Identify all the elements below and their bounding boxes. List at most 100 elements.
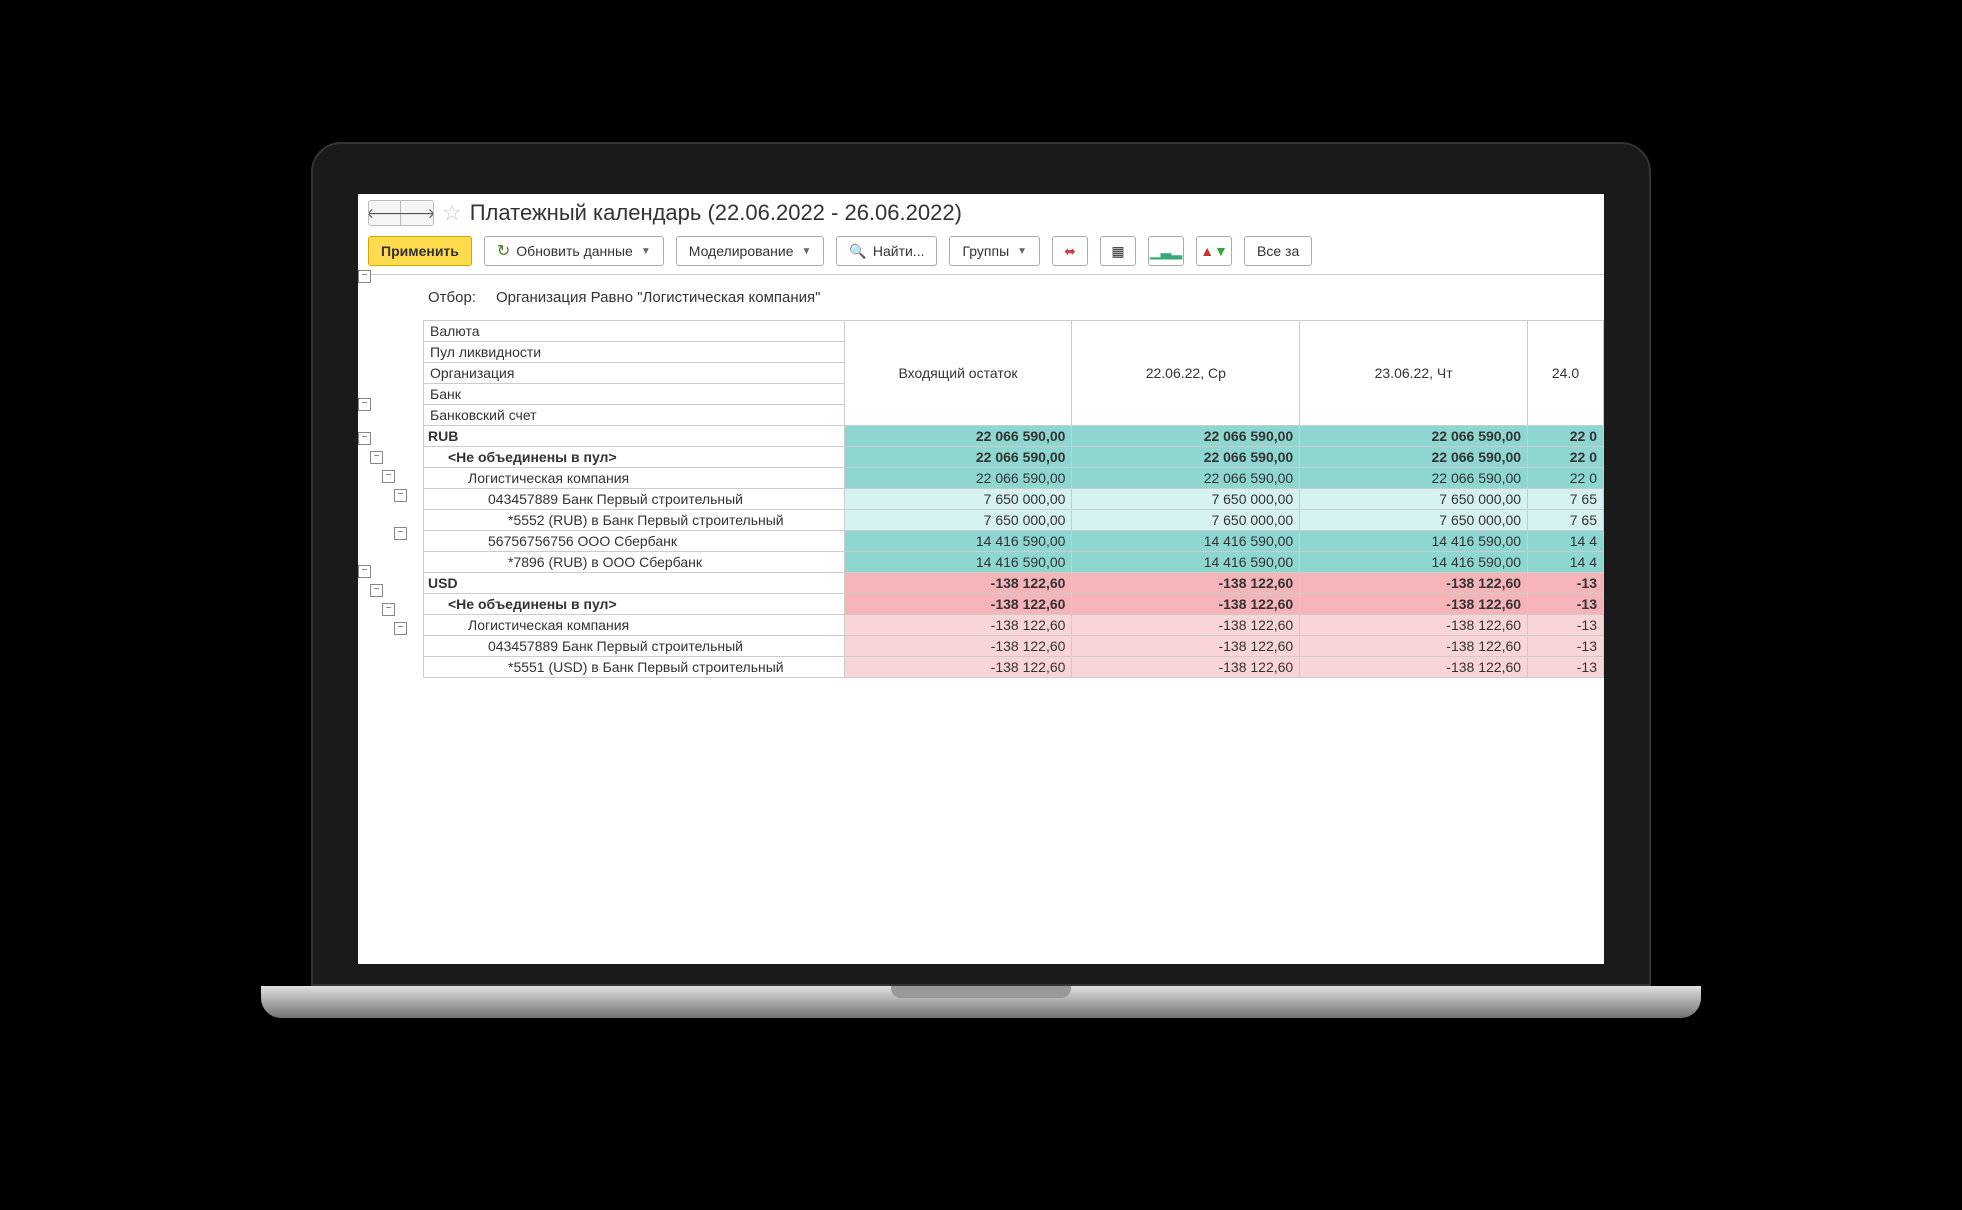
tree-toggle[interactable]: − <box>394 527 407 540</box>
col-header[interactable]: Входящий остаток <box>844 321 1072 426</box>
col-header[interactable]: 22.06.22, Ср <box>1072 321 1300 426</box>
cell-value: 22 066 590,00 <box>1300 426 1528 447</box>
table-row[interactable]: 56756756756 ООО Сбербанк14 416 590,0014 … <box>424 531 1604 552</box>
cell-value: 7 650 000,00 <box>844 510 1072 531</box>
cell-value: -138 122,60 <box>1072 615 1300 636</box>
tree-toggle[interactable]: − <box>394 489 407 502</box>
laptop-frame: 🡐 🡒 ☆ Платежный календарь (22.06.2022 - … <box>311 142 1651 1068</box>
hdr-currency: Валюта <box>424 321 845 342</box>
col-header[interactable]: 23.06.22, Чт <box>1300 321 1528 426</box>
filter-label: Отбор: <box>428 289 476 306</box>
cell-value: 22 0 <box>1528 426 1604 447</box>
cell-value: 14 416 590,00 <box>1072 552 1300 573</box>
tree-toggle[interactable]: − <box>382 603 395 616</box>
table-row[interactable]: 043457889 Банк Первый строительный-138 1… <box>424 636 1604 657</box>
chevron-down-icon: ▼ <box>802 246 812 257</box>
cell-value: 22 066 590,00 <box>1300 468 1528 489</box>
row-label: *5552 (RUB) в Банк Первый строительный <box>424 510 845 531</box>
screen-bezel: 🡐 🡒 ☆ Платежный календарь (22.06.2022 - … <box>311 142 1651 986</box>
all-button[interactable]: Все за <box>1244 236 1312 266</box>
row-label: 043457889 Банк Первый строительный <box>424 489 845 510</box>
row-label: USD <box>424 573 845 594</box>
table-row[interactable]: <Не объединены в пул>22 066 590,0022 066… <box>424 447 1604 468</box>
favorite-star-icon[interactable]: ☆ <box>442 200 462 226</box>
all-label: Все за <box>1257 243 1299 259</box>
cell-value: -138 122,60 <box>1072 594 1300 615</box>
tree-toggle[interactable]: − <box>358 565 371 578</box>
cell-value: -138 122,60 <box>1300 636 1528 657</box>
cell-value: -138 122,60 <box>1300 573 1528 594</box>
hdr-org: Организация <box>424 363 845 384</box>
table-row[interactable]: <Не объединены в пул>-138 122,60-138 122… <box>424 594 1604 615</box>
nav-arrows: 🡐 🡒 <box>368 200 434 226</box>
cell-value: 22 066 590,00 <box>844 426 1072 447</box>
cell-value: -138 122,60 <box>1300 615 1528 636</box>
tree-toggle[interactable]: − <box>382 470 395 483</box>
cell-value: -13 <box>1528 594 1604 615</box>
table-row[interactable]: *5551 (USD) в Банк Первый строительный-1… <box>424 657 1604 678</box>
cell-value: -13 <box>1528 615 1604 636</box>
filter-bar: Отбор: Организация Равно "Логистическая … <box>358 275 1604 320</box>
modeling-button[interactable]: Моделирование ▼ <box>676 236 825 266</box>
search-icon: 🔍 <box>849 243 866 260</box>
tree-toggle[interactable]: − <box>358 398 371 411</box>
col-header[interactable]: 24.0 <box>1528 321 1604 426</box>
apply-button[interactable]: Применить <box>368 236 472 266</box>
cell-value: -138 122,60 <box>844 615 1072 636</box>
cell-value: 7 650 000,00 <box>1300 510 1528 531</box>
refresh-label: Обновить данные <box>516 243 633 259</box>
row-label: *5551 (USD) в Банк Первый строительный <box>424 657 845 678</box>
toolbar: Применить ↻ Обновить данные ▼ Моделирова… <box>358 232 1604 275</box>
cell-value: 22 066 590,00 <box>1072 468 1300 489</box>
cell-value: -138 122,60 <box>844 594 1072 615</box>
app-screen: 🡐 🡒 ☆ Платежный календарь (22.06.2022 - … <box>358 194 1604 964</box>
cell-value: 22 0 <box>1528 447 1604 468</box>
row-label: <Не объединены в пул> <box>424 594 845 615</box>
refresh-button[interactable]: ↻ Обновить данные ▼ <box>484 236 664 266</box>
cell-value: 14 416 590,00 <box>1300 531 1528 552</box>
cell-value: -138 122,60 <box>1072 657 1300 678</box>
cell-value: 14 416 590,00 <box>844 552 1072 573</box>
sliders-icon: ⬌ <box>1064 243 1076 260</box>
table-row[interactable]: Логистическая компания22 066 590,0022 06… <box>424 468 1604 489</box>
row-label: *7896 (RUB) в ООО Сбербанк <box>424 552 845 573</box>
groups-button[interactable]: Группы ▼ <box>949 236 1040 266</box>
cell-value: 22 066 590,00 <box>1072 426 1300 447</box>
sort-button[interactable]: ▲▼ <box>1196 236 1232 266</box>
table-row[interactable]: USD-138 122,60-138 122,60-138 122,60-13 <box>424 573 1604 594</box>
table-view-button[interactable]: ▦ <box>1100 236 1136 266</box>
table-row[interactable]: RUB22 066 590,0022 066 590,0022 066 590,… <box>424 426 1604 447</box>
groups-label: Группы <box>962 243 1009 259</box>
grid-icon: ▦ <box>1111 243 1124 260</box>
cell-value: -138 122,60 <box>1072 573 1300 594</box>
cell-value: 7 650 000,00 <box>844 489 1072 510</box>
tree-toggle[interactable]: − <box>358 270 371 283</box>
cell-value: 7 65 <box>1528 510 1604 531</box>
cell-value: 14 4 <box>1528 531 1604 552</box>
cell-value: -138 122,60 <box>844 657 1072 678</box>
cell-value: 7 650 000,00 <box>1072 510 1300 531</box>
table-row[interactable]: 043457889 Банк Первый строительный7 650 … <box>424 489 1604 510</box>
cell-value: 22 066 590,00 <box>844 468 1072 489</box>
row-label: <Не объединены в пул> <box>424 447 845 468</box>
find-button[interactable]: 🔍 Найти... <box>836 236 937 266</box>
table-row[interactable]: *7896 (RUB) в ООО Сбербанк14 416 590,001… <box>424 552 1604 573</box>
back-button[interactable]: 🡐 <box>369 201 401 225</box>
modeling-label: Моделирование <box>689 243 794 259</box>
tree-toggle[interactable]: − <box>370 584 383 597</box>
settings-1-button[interactable]: ⬌ <box>1052 236 1088 266</box>
tree-toggle[interactable]: − <box>370 451 383 464</box>
chart-button[interactable]: ▁▃▂ <box>1148 236 1184 266</box>
data-grid[interactable]: Валюта Входящий остаток 22.06.22, Ср 23.… <box>423 320 1604 678</box>
titlebar: 🡐 🡒 ☆ Платежный календарь (22.06.2022 - … <box>358 194 1604 232</box>
cell-value: -138 122,60 <box>1300 594 1528 615</box>
cell-value: 14 416 590,00 <box>1072 531 1300 552</box>
table-row[interactable]: *5552 (RUB) в Банк Первый строительный7 … <box>424 510 1604 531</box>
forward-button[interactable]: 🡒 <box>401 201 433 225</box>
row-label: Логистическая компания <box>424 468 845 489</box>
cell-value: 14 416 590,00 <box>844 531 1072 552</box>
tree-toggle[interactable]: − <box>358 432 371 445</box>
table-row[interactable]: Логистическая компания-138 122,60-138 12… <box>424 615 1604 636</box>
cell-value: 7 65 <box>1528 489 1604 510</box>
tree-toggle[interactable]: − <box>394 622 407 635</box>
